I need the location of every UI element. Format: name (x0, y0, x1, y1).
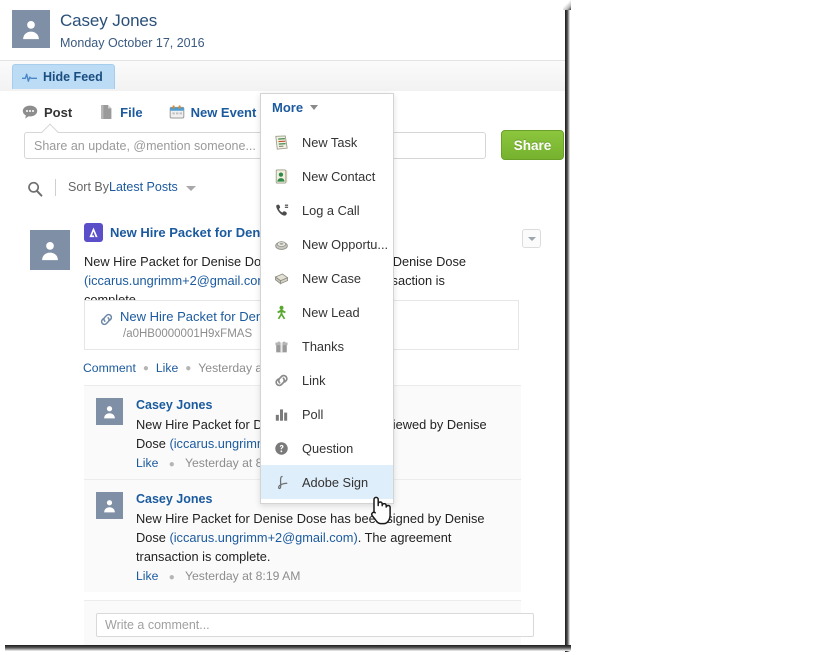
calendar-icon (169, 105, 184, 119)
more-label: More (272, 100, 304, 115)
user-avatar-icon (42, 242, 58, 261)
like-link[interactable]: Like (156, 361, 178, 375)
window-edge-corner (563, 0, 571, 10)
menu-item-label: New Contact (302, 168, 376, 184)
action-separator: ● (168, 459, 175, 470)
menu-item-new-case[interactable]: New Case (261, 261, 393, 295)
action-separator: ● (185, 362, 192, 374)
chevron-down-icon (310, 105, 319, 110)
task-notepad-icon (272, 133, 291, 152)
avatar (96, 398, 123, 425)
opportunity-icon (272, 235, 291, 254)
file-icon (101, 105, 112, 119)
profile-header: Casey Jones Monday October 17, 2016 (0, 0, 566, 60)
comment-email-link[interactable]: (iccarus.ungrimm+2@gmail.com) (169, 530, 357, 545)
more-dropdown-header[interactable]: More (261, 94, 393, 121)
sort-divider (55, 179, 56, 196)
menu-item-label: New Case (302, 270, 362, 286)
comment-meta: Like ● Yesterday at 8:19 AM (136, 566, 521, 583)
link-card-subtitle: /a0HB0000001H9xFMAS (123, 328, 253, 340)
tab-post-label: Post (44, 104, 73, 120)
avatar (96, 492, 123, 519)
search-icon-wrap[interactable] (26, 180, 44, 198)
action-separator: ● (168, 572, 175, 583)
menu-item-label: New Lead (302, 304, 360, 320)
gift-icon (272, 337, 291, 356)
feed-tab-strip: Hide Feed (0, 60, 566, 92)
menu-item-question[interactable]: Question (261, 431, 393, 465)
search-icon (28, 181, 43, 197)
adobe-a-glyph (89, 227, 98, 238)
adobe-sign-icon (272, 473, 291, 492)
menu-item-label: Thanks (302, 338, 344, 354)
tab-new-event[interactable]: New Event (169, 104, 271, 120)
more-dropdown-menu: More New Task New Contact Log a Call New… (260, 93, 394, 504)
avatar (30, 230, 70, 270)
sort-by-label: Sort By (68, 180, 109, 194)
share-button[interactable]: Share (501, 130, 564, 160)
menu-item-new-opportunity[interactable]: New Opportu... (261, 227, 393, 261)
header-date: Monday October 17, 2016 (60, 36, 205, 50)
menu-item-thanks[interactable]: Thanks (261, 329, 393, 363)
action-separator: ● (142, 362, 149, 374)
like-link[interactable]: Like (136, 456, 158, 470)
menu-item-link[interactable]: Link (261, 363, 393, 397)
adobe-pdf-icon (84, 223, 103, 242)
write-comment-input[interactable]: Write a comment... (96, 613, 534, 637)
tab-hide-feed[interactable]: Hide Feed (12, 64, 115, 89)
poll-bars-icon (272, 405, 291, 424)
page-title: Casey Jones (60, 11, 158, 30)
post-actions-menu-button[interactable] (522, 229, 541, 248)
menu-item-label: Link (302, 372, 326, 388)
menu-item-new-task[interactable]: New Task (261, 125, 393, 159)
lead-person-icon (272, 303, 291, 322)
post-body-email-link[interactable]: (iccarus.ungrimm+2@gmail.com) (84, 273, 272, 288)
tab-post[interactable]: Post (22, 104, 86, 120)
chatter-feed-panel: Casey Jones Monday October 17, 2016 Hide… (0, 0, 566, 646)
pulse-icon (22, 73, 37, 82)
menu-item-new-lead[interactable]: New Lead (261, 295, 393, 329)
link-chain-icon (272, 371, 291, 390)
window-edge-right (565, 4, 570, 652)
menu-item-log-a-call[interactable]: Log a Call (261, 193, 393, 227)
more-dropdown-items: New Task New Contact Log a Call New Oppo… (261, 121, 393, 503)
write-comment-placeholder: Write a comment... (105, 618, 210, 632)
link-chain-icon (100, 313, 113, 326)
speech-bubble-icon (22, 105, 38, 119)
question-mark-icon (272, 439, 291, 458)
avatar (12, 10, 50, 48)
comment-timestamp: Yesterday at 8:19 AM (184, 569, 301, 583)
menu-item-label: Poll (302, 406, 324, 422)
menu-item-adobe-sign[interactable]: Adobe Sign (261, 465, 393, 499)
tab-file[interactable]: File (98, 104, 156, 120)
menu-item-poll[interactable]: Poll (261, 397, 393, 431)
chevron-down-icon (527, 236, 536, 241)
menu-item-label: New Task (302, 134, 358, 150)
comment-text: New Hire Packet for Denise Dose has been… (136, 508, 508, 566)
phone-icon (272, 201, 291, 220)
app-screenshot: Casey Jones Monday October 17, 2016 Hide… (0, 0, 830, 655)
tab-hide-feed-label: Hide Feed (43, 70, 103, 84)
menu-item-new-contact[interactable]: New Contact (261, 159, 393, 193)
publisher-tabs: Post File New Event (22, 99, 282, 125)
tab-file-label: File (120, 104, 143, 120)
chevron-down-icon[interactable] (186, 186, 196, 191)
user-avatar-icon (23, 21, 39, 40)
window-edge-bottom (5, 645, 571, 651)
sort-by-value[interactable]: Latest Posts (109, 180, 178, 194)
case-icon (272, 269, 291, 288)
user-avatar-icon (104, 500, 115, 513)
user-avatar-icon (104, 406, 115, 419)
menu-item-label: New Opportu... (302, 236, 389, 252)
share-input[interactable]: Share an update, @mention someone... (24, 132, 486, 159)
comment-link[interactable]: Comment (83, 361, 136, 375)
menu-item-label: Question (302, 440, 354, 456)
menu-item-label: Log a Call (302, 202, 360, 218)
like-link[interactable]: Like (136, 569, 158, 583)
contact-card-icon (272, 167, 291, 186)
menu-item-label: Adobe Sign (302, 474, 369, 490)
tab-new-event-label: New Event (190, 104, 257, 120)
share-input-placeholder: Share an update, @mention someone... (34, 138, 256, 153)
